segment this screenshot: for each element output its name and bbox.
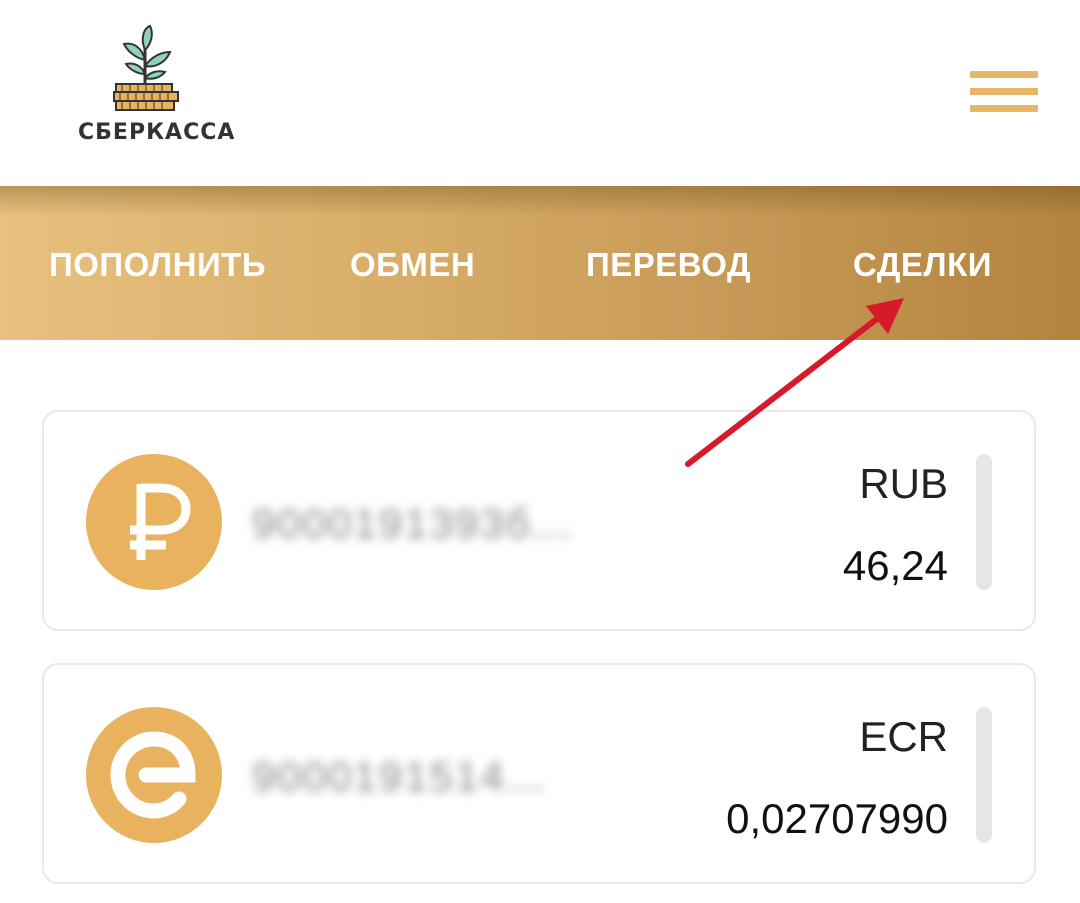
balance-value: 0,02707990 bbox=[726, 795, 948, 842]
currency-code: RUB bbox=[859, 460, 948, 507]
scroll-indicator[interactable] bbox=[976, 707, 992, 843]
account-card-rub[interactable]: 9000191393б... RUB 46,24 bbox=[42, 410, 1036, 631]
balance-value: 46,24 bbox=[842, 542, 948, 589]
ruble-coin-icon bbox=[86, 454, 222, 590]
logo-text: СБЕРКАССА bbox=[78, 120, 236, 145]
header: СБЕРКАССА bbox=[0, 0, 1080, 186]
action-nav-bar: ПОПОЛНИТЬ ОБМЕН ПЕРЕВОД СДЕЛКИ bbox=[0, 186, 1080, 340]
app-screen: СБЕРКАССА ПОПОЛНИТЬ ОБМЕН ПЕРЕВОД СДЕЛКИ… bbox=[0, 0, 1080, 903]
nav-deals[interactable]: СДЕЛКИ bbox=[853, 246, 992, 284]
account-number: 9000191514... bbox=[252, 753, 547, 800]
account-number: 9000191393б... bbox=[252, 500, 573, 547]
scroll-indicator[interactable] bbox=[976, 454, 992, 590]
nav-exchange[interactable]: ОБМЕН bbox=[350, 246, 475, 284]
ecr-coin-icon bbox=[86, 707, 222, 843]
hamburger-menu-icon[interactable] bbox=[964, 66, 1044, 118]
nav-top-up[interactable]: ПОПОЛНИТЬ bbox=[49, 246, 266, 284]
currency-code: ECR bbox=[859, 713, 948, 760]
sprout-coins-icon bbox=[113, 24, 179, 111]
nav-transfer[interactable]: ПЕРЕВОД bbox=[586, 246, 751, 284]
account-card-ecr[interactable]: 9000191514... ECR 0,02707990 bbox=[42, 663, 1036, 884]
logo[interactable]: СБЕРКАССА bbox=[70, 22, 234, 152]
